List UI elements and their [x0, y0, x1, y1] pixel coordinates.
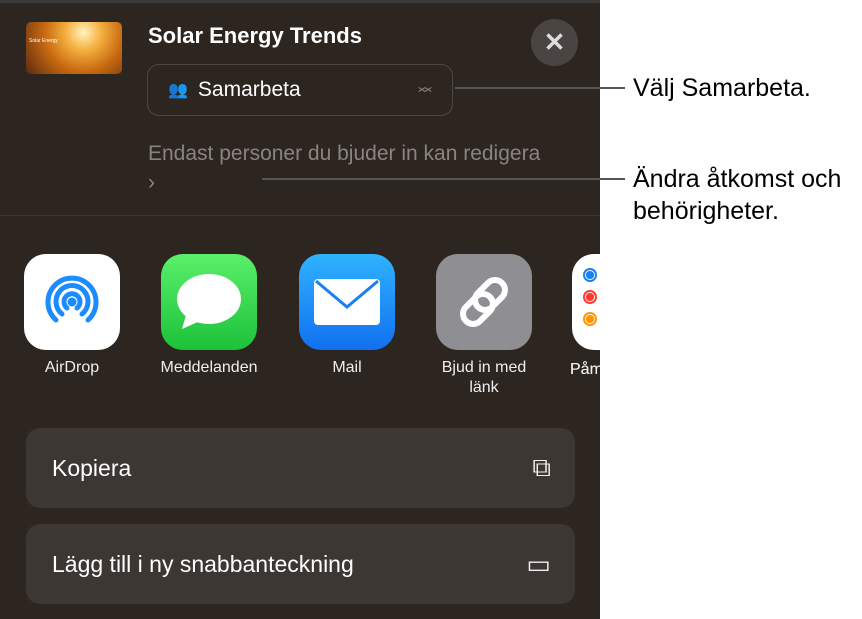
chevron-up-down-icon: ︿ ﹀ — [418, 78, 432, 102]
app-label: Meddelanden — [160, 359, 258, 376]
app-invite-link[interactable]: Bjud in med länk — [429, 254, 539, 398]
app-label: Bjud in med länk — [441, 359, 527, 396]
divider — [0, 215, 600, 216]
people-icon: 👥 — [168, 82, 188, 99]
document-thumbnail: Solar Energy — [26, 22, 122, 74]
callout-line — [262, 178, 625, 180]
access-text: Endast personer du bjuder in kan rediger… — [148, 142, 541, 165]
action-label: Kopiera — [52, 454, 132, 481]
airdrop-icon — [24, 254, 120, 350]
app-label: AirDrop — [44, 359, 100, 376]
share-sheet: Solar Energy Solar Energy Trends ✕ 👥 Sam… — [0, 0, 600, 619]
reminders-icon[interactable] — [572, 254, 600, 350]
close-button[interactable]: ✕ — [531, 19, 578, 66]
collaborate-select-value: Samarbeta — [197, 78, 301, 101]
collaborate-select[interactable]: 👥 Samarbeta ︿ ﹀ — [147, 64, 453, 116]
callout-change-access: Ändra åtkomst och behörigheter. — [633, 165, 842, 225]
mail-icon — [299, 254, 395, 350]
app-messages[interactable]: Meddelanden — [154, 254, 264, 378]
chevron-right-icon: › — [148, 171, 155, 194]
close-icon: ✕ — [543, 27, 566, 57]
app-label-reminders: Påminnelser — [570, 361, 600, 378]
action-label: Lägg till i ny snabbanteckning — [52, 550, 354, 577]
thumbnail-text: Solar Energy — [29, 38, 58, 44]
callout-line — [455, 87, 625, 89]
access-settings-link[interactable]: Endast personer du bjuder in kan rediger… — [148, 139, 548, 197]
quick-note-button[interactable]: Lägg till i ny snabbanteckning ▭ — [26, 524, 575, 604]
copy-button[interactable]: Kopiera ⧉ — [26, 428, 575, 508]
copy-icon: ⧉ — [532, 452, 551, 482]
link-icon — [436, 254, 532, 350]
app-airdrop[interactable]: AirDrop — [17, 254, 127, 378]
app-mail[interactable]: Mail — [292, 254, 402, 378]
quick-note-icon: ▭ — [526, 548, 551, 579]
messages-icon — [161, 254, 257, 350]
callout-choose-collaborate: Välj Samarbeta. — [633, 74, 811, 102]
app-label: Mail — [332, 359, 362, 376]
document-title: Solar Energy Trends — [148, 23, 362, 48]
